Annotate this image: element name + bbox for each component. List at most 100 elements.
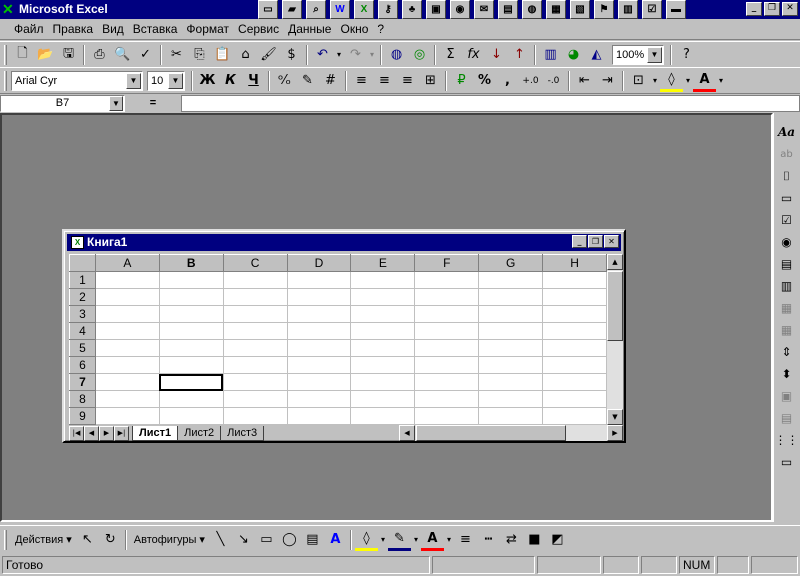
cell-D6[interactable] xyxy=(286,356,352,374)
restore-button[interactable]: ❐ xyxy=(764,2,780,16)
font-size-combo[interactable]: 10 ▼ xyxy=(147,70,185,91)
combo-box-icon[interactable]: ▥ xyxy=(774,275,799,297)
label-icon[interactable]: Aa xyxy=(774,121,799,143)
search-icon[interactable]: ⌕ xyxy=(306,0,326,19)
save-icon[interactable]: 🖫 xyxy=(57,44,80,66)
font-color-icon[interactable]: A xyxy=(420,529,444,551)
chevron-down-icon[interactable]: ▼ xyxy=(168,72,183,89)
cell-E6[interactable] xyxy=(350,356,416,374)
first-sheet-icon[interactable]: |◀ xyxy=(69,425,84,441)
row-header-2[interactable]: 2 xyxy=(69,288,96,306)
cell-H4[interactable] xyxy=(542,322,607,340)
option-button-icon[interactable]: ◉ xyxy=(774,231,799,253)
row-header-6[interactable]: 6 xyxy=(69,356,96,374)
cell-D7[interactable] xyxy=(286,373,352,391)
open-icon[interactable]: 📂 xyxy=(34,44,57,66)
menu-format[interactable]: Формат xyxy=(186,22,229,36)
horizontal-scrollbar[interactable]: ◀ ▶ xyxy=(399,425,623,441)
paste-special-icon[interactable]: ⌂ xyxy=(234,44,257,66)
chart-wizard-icon[interactable]: ▥ xyxy=(539,44,562,66)
cell-D5[interactable] xyxy=(286,339,352,357)
increase-indent-icon[interactable]: ⇥ xyxy=(596,70,619,92)
word-icon[interactable]: W xyxy=(330,0,350,19)
wordart-icon[interactable]: A xyxy=(324,529,347,551)
next-sheet-icon[interactable]: ▶ xyxy=(99,425,114,441)
column-header-C[interactable]: C xyxy=(222,254,288,272)
insert-symbol-icon[interactable]: ᵒ⁄ₒ xyxy=(273,70,296,92)
rectangle-icon[interactable]: ▭ xyxy=(255,529,278,551)
column-header-F[interactable]: F xyxy=(414,254,480,272)
list-box-icon[interactable]: ▤ xyxy=(774,253,799,275)
doc-icon[interactable]: ▭ xyxy=(258,0,278,19)
menu-file[interactable]: Файл xyxy=(14,22,44,36)
menu-help[interactable]: ? xyxy=(377,22,384,36)
formula-input[interactable] xyxy=(181,94,800,112)
line-icon[interactable]: ╲ xyxy=(209,529,232,551)
cell-F2[interactable] xyxy=(414,288,480,306)
fill-color-icon[interactable]: ◊ xyxy=(660,70,683,92)
undo-icon[interactable]: ↶ xyxy=(311,44,334,66)
notes-icon[interactable]: ▦ xyxy=(546,0,566,19)
grid-icon[interactable]: # xyxy=(319,70,342,92)
cell-B4[interactable] xyxy=(158,322,224,340)
cell-F8[interactable] xyxy=(414,390,480,408)
select-all-corner[interactable] xyxy=(69,254,96,272)
cell-A1[interactable] xyxy=(94,271,160,289)
cell-G9[interactable] xyxy=(478,407,544,425)
cell-F1[interactable] xyxy=(414,271,480,289)
cell-H8[interactable] xyxy=(542,390,607,408)
cell-H2[interactable] xyxy=(542,288,607,306)
font-color-dropdown-icon[interactable]: ▾ xyxy=(716,70,726,92)
decrease-indent-icon[interactable]: ⇤ xyxy=(573,70,596,92)
scroll-bar-icon[interactable]: ⇕ xyxy=(774,341,799,363)
fill-dropdown-icon[interactable]: ▾ xyxy=(378,529,388,551)
scroll-down-icon[interactable]: ▼ xyxy=(607,409,623,425)
row-header-5[interactable]: 5 xyxy=(69,339,96,357)
toggle-grid-icon[interactable]: ⋮⋮ xyxy=(774,429,799,451)
font-color-icon[interactable]: A xyxy=(693,70,716,92)
scroll-right-icon[interactable]: ▶ xyxy=(607,425,623,441)
cell-D1[interactable] xyxy=(286,271,352,289)
chevron-down-icon[interactable]: ▼ xyxy=(126,72,141,89)
cell-H5[interactable] xyxy=(542,339,607,357)
decrease-decimal-icon[interactable]: -.0 xyxy=(542,70,565,92)
formula-equals[interactable]: = xyxy=(125,95,181,112)
cell-A6[interactable] xyxy=(94,356,160,374)
actions-menu-button[interactable]: Действия ▾ xyxy=(11,529,76,551)
cell-A3[interactable] xyxy=(94,305,160,323)
toolbar-grip[interactable] xyxy=(4,70,7,91)
excel-icon[interactable]: X xyxy=(354,0,374,19)
menu-tools[interactable]: Сервис xyxy=(238,22,279,36)
cell-H9[interactable] xyxy=(542,407,607,425)
edit-code-icon[interactable]: ▤ xyxy=(774,407,799,429)
underline-button[interactable]: Ч xyxy=(242,70,265,92)
map-icon[interactable]: ◕ xyxy=(562,44,585,66)
workbook-title-bar[interactable]: X Книга1 _ ❐ ✕ xyxy=(67,234,621,251)
run-dialog-icon[interactable]: ▭ xyxy=(774,451,799,473)
line-style-icon[interactable]: ≡ xyxy=(454,529,477,551)
cell-B6[interactable] xyxy=(158,356,224,374)
toolbar-grip[interactable] xyxy=(4,44,7,65)
bold-button[interactable]: Ж xyxy=(196,70,219,92)
comma-button[interactable]: , xyxy=(496,70,519,92)
fill-color-icon[interactable]: ◊ xyxy=(354,529,378,551)
cell-H1[interactable] xyxy=(542,271,607,289)
autosum-icon[interactable]: Σ xyxy=(439,44,462,66)
cell-B7[interactable] xyxy=(158,373,224,391)
zoom-combo[interactable]: 100% ▼ xyxy=(612,44,664,65)
cell-G3[interactable] xyxy=(478,305,544,323)
monitor-icon[interactable]: ▣ xyxy=(426,0,446,19)
undo-dropdown-icon[interactable]: ▾ xyxy=(334,44,344,66)
borders-dropdown-icon[interactable]: ▾ xyxy=(650,70,660,92)
cell-D4[interactable] xyxy=(286,322,352,340)
italic-button[interactable]: К xyxy=(219,70,242,92)
cell-G7[interactable] xyxy=(478,373,544,391)
cell-F4[interactable] xyxy=(414,322,480,340)
group-box-icon[interactable]: ⌷ xyxy=(774,165,799,187)
cell-G1[interactable] xyxy=(478,271,544,289)
control-properties-icon[interactable]: ▣ xyxy=(774,385,799,407)
row-header-1[interactable]: 1 xyxy=(69,271,96,289)
cell-A8[interactable] xyxy=(94,390,160,408)
cut-icon[interactable]: ✂ xyxy=(165,44,188,66)
combo-list-edit-icon[interactable]: ▦ xyxy=(774,297,799,319)
